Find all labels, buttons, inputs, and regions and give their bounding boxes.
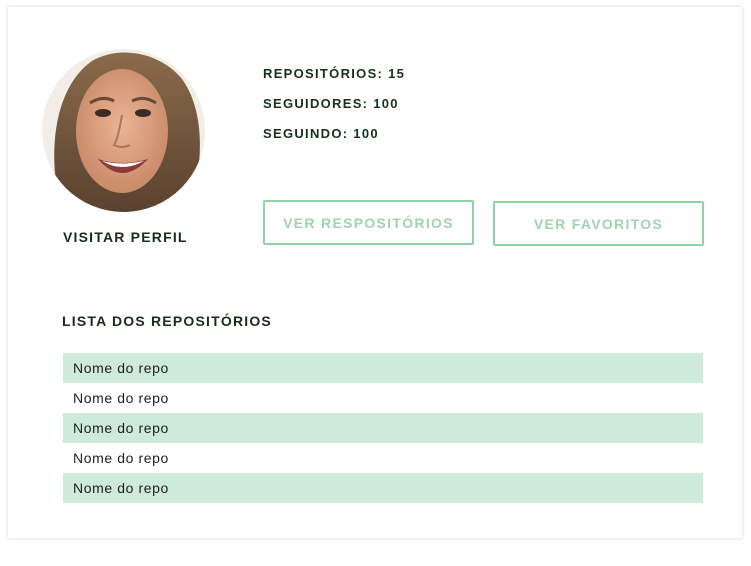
view-favorites-button[interactable]: VER FAVORITOS	[493, 201, 704, 246]
list-item[interactable]: Nome do repo	[63, 353, 703, 383]
list-item[interactable]: Nome do repo	[63, 443, 703, 473]
repos-count: REPOSITÓRIOS: 15	[263, 66, 406, 81]
list-item[interactable]: Nome do repo	[63, 473, 703, 503]
profile-card: VISITAR PERFIL REPOSITÓRIOS: 15 SEGUIDOR…	[8, 7, 742, 538]
avatar	[42, 49, 205, 212]
list-item[interactable]: Nome do repo	[63, 413, 703, 443]
repo-list-title: LISTA DOS REPOSITÓRIOS	[62, 313, 272, 329]
profile-stats: REPOSITÓRIOS: 15 SEGUIDORES: 100 SEGUIND…	[263, 67, 405, 157]
list-item[interactable]: Nome do repo	[63, 383, 703, 413]
following-count: SEGUINDO: 100	[263, 126, 379, 141]
visit-profile-link[interactable]: VISITAR PERFIL	[63, 229, 188, 245]
view-repos-button[interactable]: VER RESPOSITÓRIOS	[263, 200, 474, 245]
repo-list: Nome do repo Nome do repo Nome do repo N…	[63, 353, 703, 503]
followers-count: SEGUIDORES: 100	[263, 96, 399, 111]
